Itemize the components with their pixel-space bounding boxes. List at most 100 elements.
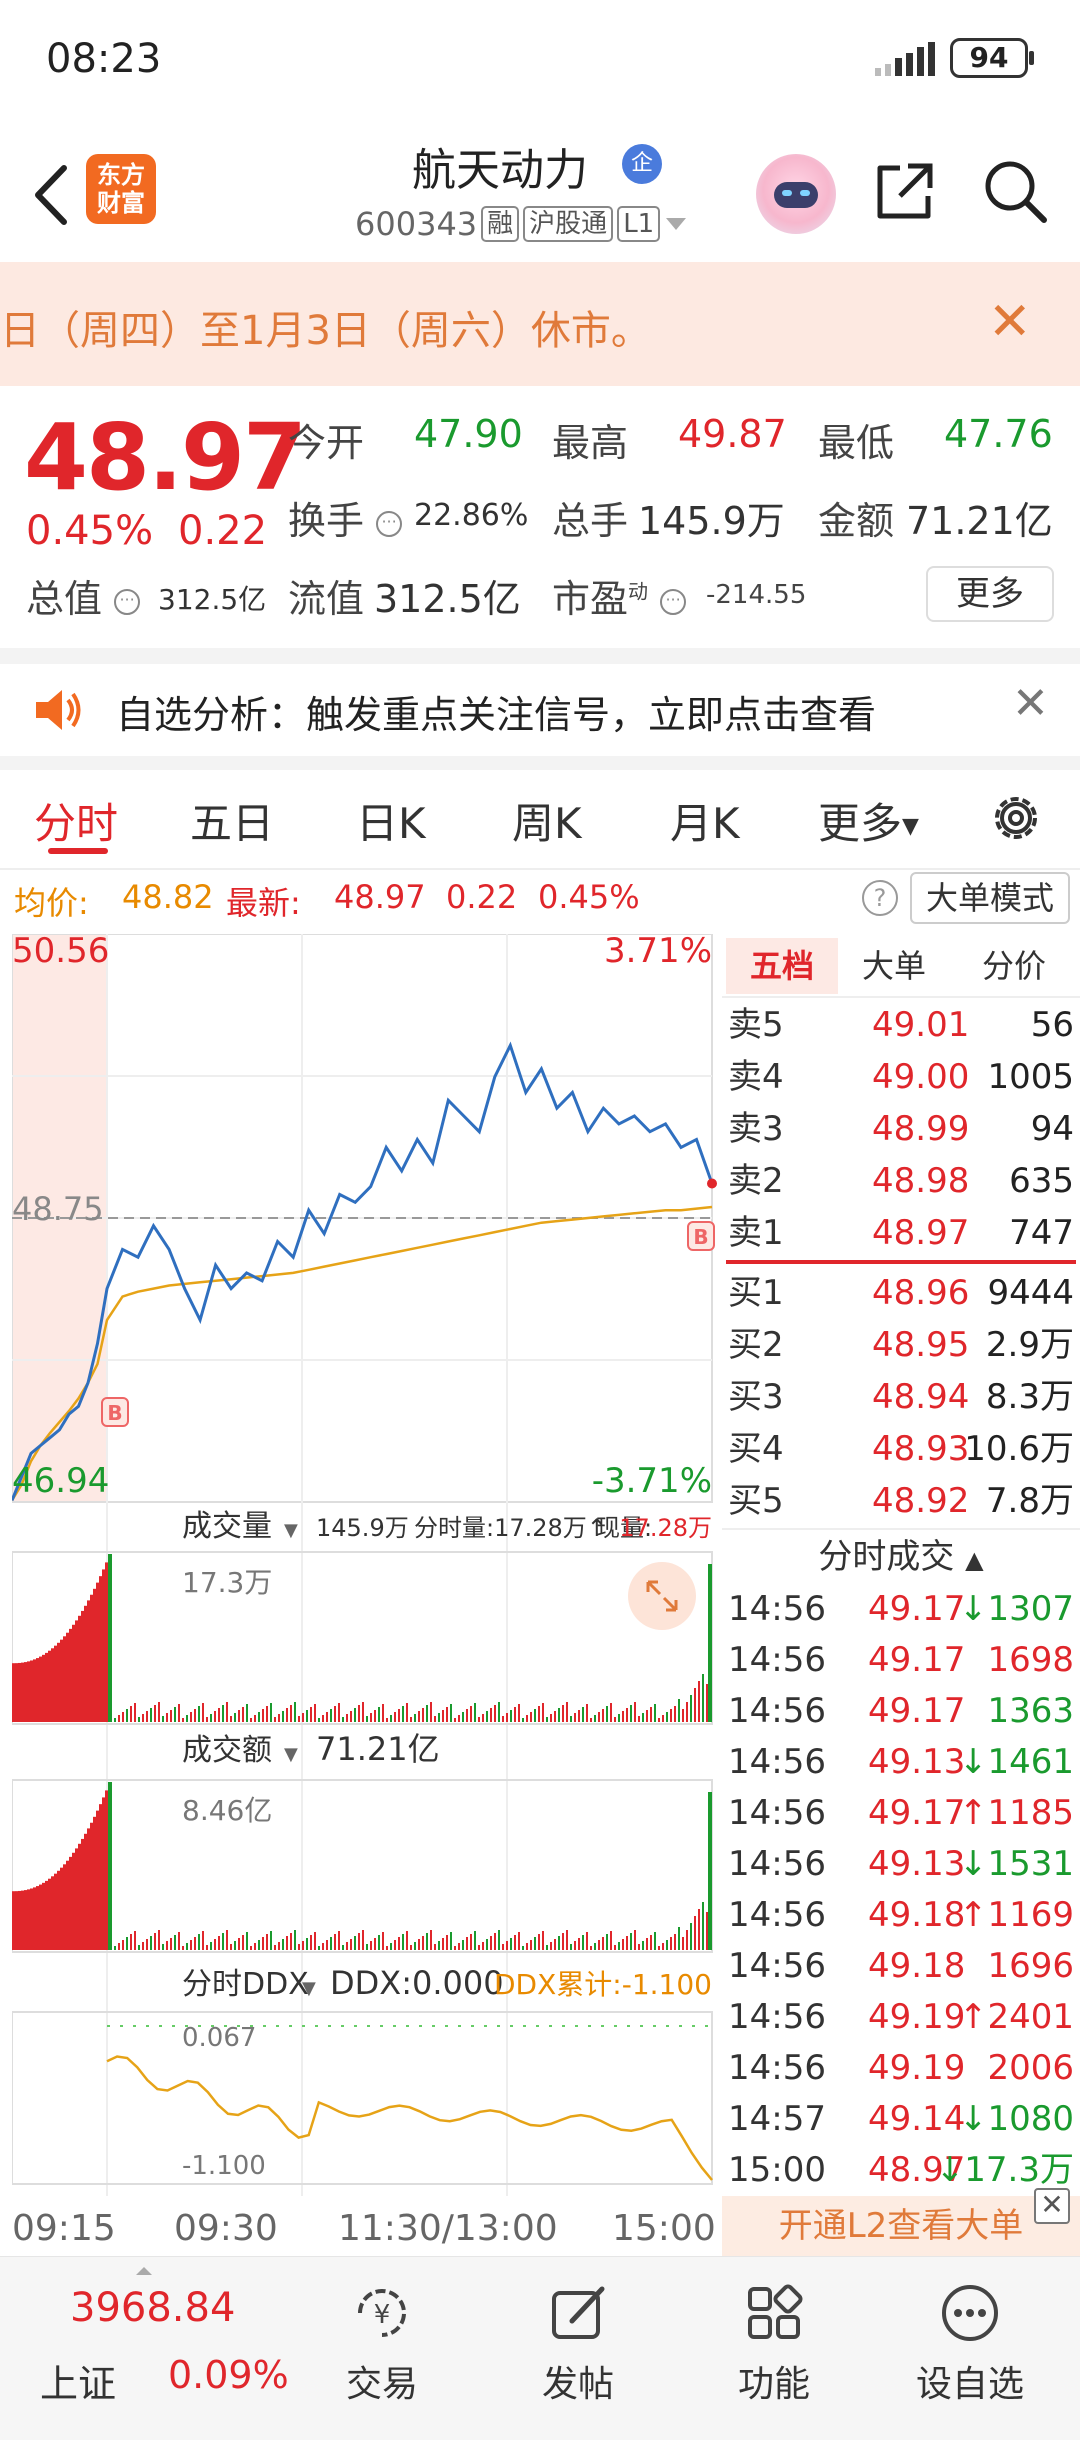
volume-bar bbox=[666, 1940, 668, 1950]
volume-bar bbox=[346, 1942, 348, 1950]
tick-price: 49.18 bbox=[868, 1946, 966, 1986]
volume-bar bbox=[142, 1942, 144, 1950]
volume-bar bbox=[154, 1933, 156, 1950]
open-l2-banner[interactable]: 开通L2查看大单 bbox=[722, 2196, 1080, 2256]
volume-bar bbox=[418, 1711, 420, 1722]
volume-bar bbox=[158, 1930, 160, 1950]
volume-bar bbox=[202, 1931, 204, 1950]
volume-bar bbox=[286, 1708, 288, 1722]
trade-tick-row: 14:56 49.18 ↑1169 bbox=[728, 1890, 1078, 1941]
volume-bar bbox=[36, 1886, 39, 1950]
tab-big-orders[interactable]: 大单 bbox=[862, 938, 926, 994]
amount-panel-title[interactable]: 成交额 bbox=[182, 1733, 272, 1768]
volume-panel-title[interactable]: 成交量 bbox=[182, 1509, 272, 1544]
volume-bar bbox=[90, 1822, 93, 1950]
volume-bar bbox=[72, 1852, 75, 1950]
tick-price: 49.14 bbox=[868, 2099, 966, 2139]
eastmoney-logo[interactable]: 东方 财富 bbox=[86, 154, 156, 224]
tab-intraday[interactable]: 分时 bbox=[34, 790, 118, 851]
back-arrow-icon[interactable] bbox=[24, 160, 80, 230]
nav-trade-label: 交易 bbox=[345, 2364, 418, 2405]
tab-week-k[interactable]: 周K bbox=[512, 790, 582, 851]
volume-bar bbox=[294, 1930, 296, 1950]
volume-bar bbox=[666, 1712, 668, 1722]
volume-bar bbox=[210, 1714, 212, 1722]
expand-icon[interactable] bbox=[628, 1562, 696, 1630]
volume-bar bbox=[30, 1888, 33, 1950]
info-dots-icon[interactable]: ··· bbox=[376, 510, 403, 537]
volume-bar bbox=[546, 1945, 548, 1950]
pe-dynamic-mark: 动 bbox=[628, 579, 649, 604]
tick-time: 14:56 bbox=[728, 1997, 826, 2037]
nav-post[interactable]: 发帖 bbox=[508, 2281, 648, 2407]
tab-price-dist[interactable]: 分价 bbox=[982, 938, 1046, 994]
stock-code-row[interactable]: 600343 融 沪股通 L1 bbox=[355, 202, 688, 246]
info-dots-icon[interactable]: ··· bbox=[660, 588, 687, 615]
tab-day-k[interactable]: 日K bbox=[356, 790, 426, 851]
tab-five-day[interactable]: 五日 bbox=[190, 790, 274, 851]
notice-close-icon[interactable]: ✕ bbox=[988, 292, 1032, 352]
dropdown-triangle-icon bbox=[666, 218, 687, 230]
gear-icon[interactable] bbox=[988, 790, 1044, 846]
amount-panel-frame bbox=[11, 1779, 713, 1953]
volume-bar bbox=[162, 1944, 164, 1950]
tick-price: 49.19 bbox=[868, 1997, 966, 2037]
info-dots-icon[interactable]: ··· bbox=[114, 588, 141, 615]
volume-bar bbox=[334, 1706, 336, 1722]
volume-bar bbox=[490, 1708, 492, 1722]
change-amount: 0.22 bbox=[178, 508, 268, 554]
l2-close-icon[interactable]: ✕ bbox=[1034, 2188, 1070, 2224]
volume-bar bbox=[554, 1711, 556, 1722]
volume-bar bbox=[430, 1702, 432, 1722]
nav-functions[interactable]: 功能 bbox=[704, 2281, 844, 2407]
nav-add-watchlist[interactable]: 设自选 bbox=[900, 2281, 1040, 2407]
volume-bar bbox=[586, 1704, 588, 1722]
volume-bar bbox=[634, 1702, 636, 1722]
ai-assistant-icon[interactable] bbox=[756, 154, 836, 234]
volume-bar bbox=[246, 1932, 248, 1950]
ddx-panel-title[interactable]: 分时DDX bbox=[182, 1967, 309, 2002]
index-ticker[interactable]: 3968.84 上证 0.09% bbox=[0, 2257, 300, 2440]
volume-bar bbox=[574, 1713, 576, 1722]
volume-bar bbox=[182, 1946, 184, 1950]
nav-trade[interactable]: ¥ 交易 bbox=[312, 2281, 452, 2407]
alert-close-icon[interactable]: ✕ bbox=[1012, 678, 1049, 729]
volume-bar bbox=[294, 1702, 296, 1722]
help-icon[interactable]: ? bbox=[862, 880, 898, 916]
dropdown-triangle-icon: ▼ bbox=[302, 1978, 316, 1999]
volume-bar bbox=[634, 1930, 636, 1950]
watchlist-alert-bar[interactable]: 自选分析：触发重点关注信号，立即点击查看 ✕ bbox=[0, 664, 1080, 756]
search-icon[interactable] bbox=[980, 156, 1050, 226]
x-tick-label: 09:15 bbox=[12, 2208, 116, 2249]
volume-bar bbox=[614, 1717, 616, 1722]
volume-bar bbox=[358, 1705, 360, 1722]
share-icon[interactable] bbox=[870, 156, 940, 226]
tab-five-levels[interactable]: 五档 bbox=[726, 938, 838, 994]
volume-bar bbox=[174, 1935, 176, 1950]
volume-bar bbox=[246, 1704, 248, 1722]
volume-bar bbox=[51, 1648, 54, 1722]
dropdown-triangle-icon: ▼ bbox=[902, 814, 919, 839]
more-quote-button[interactable]: 更多 bbox=[926, 566, 1054, 622]
volume-bar bbox=[706, 1684, 708, 1722]
level-volume: 747 bbox=[1009, 1213, 1074, 1253]
volume-bar bbox=[102, 1797, 105, 1950]
volume-bar bbox=[222, 1933, 224, 1950]
volume-bar bbox=[222, 1705, 224, 1722]
average-price-line bbox=[10, 1205, 713, 1502]
volume-bar bbox=[12, 1891, 15, 1950]
volume-bar bbox=[334, 1934, 336, 1950]
tab-more[interactable]: 更多▼ bbox=[818, 790, 919, 851]
volume-bar bbox=[366, 1944, 368, 1950]
ddx-min-label: -1.100 bbox=[182, 2151, 266, 2181]
volume-bar bbox=[218, 1708, 220, 1722]
big-order-mode-button[interactable]: 大单模式 bbox=[910, 872, 1070, 924]
volume-bar bbox=[654, 1932, 656, 1950]
tab-month-k[interactable]: 月K bbox=[670, 790, 740, 851]
svg-text:B: B bbox=[107, 1401, 122, 1425]
intraday-chart-area[interactable]: B B 50.56 48.75 46.94 3.71% -3.71% 成交量 ▼… bbox=[10, 931, 720, 2264]
holiday-notice-bar[interactable]: 日（周四）至1月3日（周六）休市。 ✕ bbox=[0, 262, 1080, 386]
trades-title[interactable]: 分时成交 ▲ bbox=[722, 1532, 1080, 1585]
volume-bar bbox=[442, 1938, 444, 1950]
amount-value: 71.21亿 bbox=[906, 499, 1053, 543]
